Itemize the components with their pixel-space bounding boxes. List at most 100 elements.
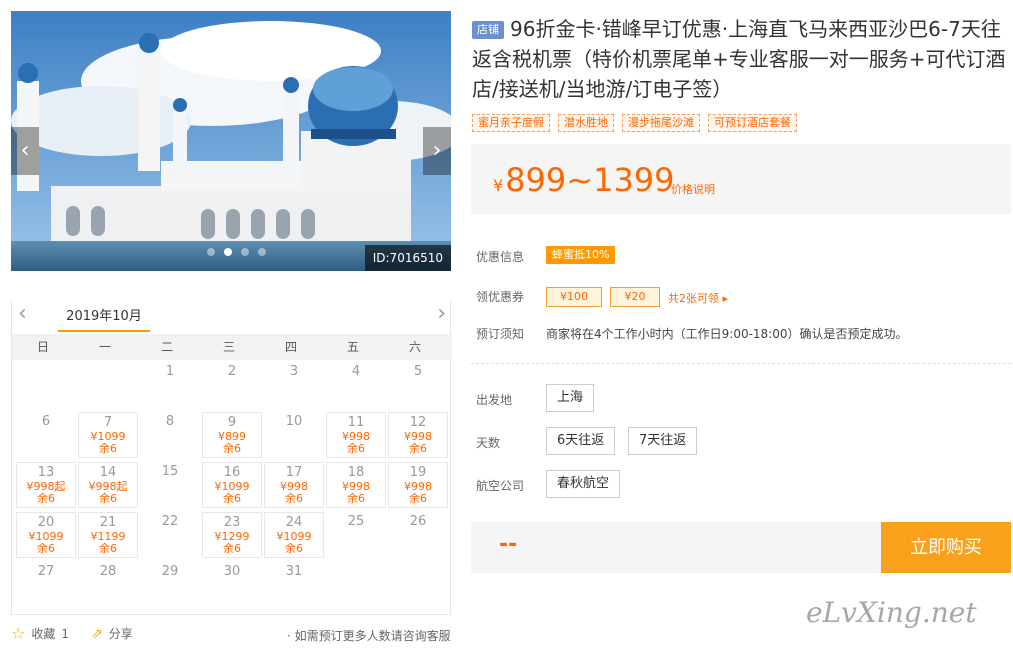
weekday-header: 日一二三四五六 bbox=[12, 334, 452, 360]
calendar-day: 2 bbox=[202, 362, 262, 408]
carousel-dot[interactable] bbox=[224, 248, 232, 256]
shop-badge: 店铺 bbox=[472, 21, 504, 39]
chevron-right-icon: › bbox=[432, 138, 442, 163]
calendar-day: 30 bbox=[202, 562, 262, 608]
share-label[interactable]: 分享 bbox=[109, 625, 133, 642]
share-icon[interactable]: ⇗ bbox=[91, 626, 103, 642]
day-remaining: 余6 bbox=[285, 542, 303, 555]
carousel-dot[interactable] bbox=[207, 248, 215, 256]
day-number: 25 bbox=[347, 514, 365, 529]
calendar-day: 6 bbox=[16, 412, 76, 458]
weekday-label: 六 bbox=[408, 340, 421, 354]
photo-next-button[interactable]: › bbox=[423, 127, 451, 175]
favorite-label[interactable]: 收藏 bbox=[31, 625, 55, 642]
photo-prev-button[interactable]: ‹ bbox=[11, 127, 39, 175]
price-note-link[interactable]: 价格说明 bbox=[671, 181, 715, 197]
calendar-day[interactable]: 9 ¥899 余6 bbox=[202, 412, 262, 458]
day-number: 12 bbox=[409, 415, 427, 430]
days-option-7[interactable]: 7天往返 bbox=[628, 427, 698, 455]
day-remaining: 余6 bbox=[347, 492, 365, 505]
buy-bar: -- 立即购买 bbox=[471, 522, 1011, 573]
day-remaining: 余6 bbox=[99, 492, 117, 505]
day-number: 27 bbox=[37, 564, 55, 579]
calendar-day: 3 bbox=[264, 362, 324, 408]
calendar-day[interactable]: 19 ¥998 余6 bbox=[388, 462, 448, 508]
calendar-day[interactable]: 21 ¥1199 余6 bbox=[78, 512, 138, 558]
weekday-label: 四 bbox=[284, 340, 297, 354]
weekday-label: 二 bbox=[160, 340, 173, 354]
calendar-day[interactable]: 7 ¥1099 余6 bbox=[78, 412, 138, 458]
coupon-100[interactable]: ¥100 bbox=[546, 287, 602, 307]
chevron-left-icon: ‹ bbox=[20, 138, 30, 163]
calendar-day: 26 bbox=[388, 512, 448, 558]
calendar-day[interactable]: 20 ¥1099 余6 bbox=[16, 512, 76, 558]
calendar-day[interactable]: 23 ¥1299 余6 bbox=[202, 512, 262, 558]
coupon-label: 领优惠券 bbox=[476, 290, 525, 304]
day-number: 5 bbox=[413, 364, 423, 379]
calendar-prev-button[interactable]: ‹ bbox=[18, 302, 27, 326]
day-number: 2 bbox=[227, 364, 237, 379]
calendar-day[interactable]: 13 ¥998起 余6 bbox=[16, 462, 76, 508]
product-id-badge: ID:7016510 bbox=[364, 245, 451, 271]
days-label: 天数 bbox=[476, 436, 501, 450]
calendar-day: 31 bbox=[264, 562, 324, 608]
day-remaining: 余6 bbox=[347, 442, 365, 455]
calendar-day: 22 bbox=[140, 512, 200, 558]
feature-tag: 蜜月亲子度假 bbox=[472, 114, 550, 132]
calendar-month-tab[interactable]: 2019年10月 bbox=[58, 305, 150, 332]
day-number: 7 bbox=[103, 415, 113, 430]
day-number: 20 bbox=[37, 515, 55, 530]
carousel-dot[interactable] bbox=[258, 248, 266, 256]
carousel-dot[interactable] bbox=[241, 248, 249, 256]
day-number: 24 bbox=[285, 515, 303, 530]
calendar-day[interactable]: 12 ¥998 余6 bbox=[388, 412, 448, 458]
day-number: 11 bbox=[347, 415, 365, 430]
calendar-next-button[interactable]: › bbox=[437, 302, 446, 326]
discount-label: 优惠信息 bbox=[476, 250, 525, 264]
calendar-day[interactable]: 24 ¥1099 余6 bbox=[264, 512, 324, 558]
calendar-day: 27 bbox=[16, 562, 76, 608]
departure-option[interactable]: 上海 bbox=[546, 384, 595, 412]
day-remaining: 余6 bbox=[409, 492, 427, 505]
calendar-day[interactable]: 11 ¥998 余6 bbox=[326, 412, 386, 458]
day-remaining: 余6 bbox=[99, 442, 117, 455]
airline-label: 航空公司 bbox=[476, 479, 525, 493]
buy-now-button[interactable]: 立即购买 bbox=[881, 522, 1011, 573]
price-value: 899~1399 bbox=[505, 161, 675, 199]
feature-tag: 潜水胜地 bbox=[558, 114, 614, 132]
departure-label: 出发地 bbox=[476, 393, 513, 407]
calendar-day[interactable]: 18 ¥998 余6 bbox=[326, 462, 386, 508]
price-range: ¥899~1399 bbox=[493, 160, 675, 206]
day-number: 9 bbox=[227, 415, 237, 430]
days-option-6[interactable]: 6天往返 bbox=[546, 427, 616, 455]
calendar-day: 5 bbox=[388, 362, 448, 408]
day-number: 22 bbox=[161, 514, 179, 529]
price-calendar: ‹ 2019年10月 › 日一二三四五六 1 2 3 4 5 6 7 ¥1099 余6 8 9 ¥89… bbox=[11, 298, 452, 615]
calendar-day: 1 bbox=[140, 362, 200, 408]
weekday-label: 三 bbox=[222, 340, 235, 354]
mosque-image bbox=[11, 11, 451, 271]
day-number: 15 bbox=[161, 464, 179, 479]
calendar-day[interactable]: 14 ¥998起 余6 bbox=[78, 462, 138, 508]
day-number: 30 bbox=[223, 564, 241, 579]
star-icon[interactable]: ☆ bbox=[11, 624, 25, 643]
calendar-header: ‹ 2019年10月 › bbox=[12, 298, 452, 334]
coupon-20[interactable]: ¥20 bbox=[610, 287, 660, 307]
day-remaining: 余6 bbox=[223, 442, 241, 455]
calendar-day: 10 bbox=[264, 412, 324, 458]
calendar-day: 25 bbox=[326, 512, 386, 558]
coupon-more-link[interactable]: 共2张可领 ▸ bbox=[668, 290, 728, 306]
calendar-day[interactable]: 16 ¥1099 余6 bbox=[202, 462, 262, 508]
weekday-label: 五 bbox=[346, 340, 359, 354]
day-number: 13 bbox=[37, 465, 55, 480]
feature-tags: 蜜月亲子度假 潜水胜地 漫步拖尾沙滩 可预订酒店套餐 bbox=[472, 114, 797, 132]
day-number: 21 bbox=[99, 515, 117, 530]
day-remaining: 余6 bbox=[223, 492, 241, 505]
price-box: ¥899~1399 价格说明 bbox=[471, 144, 1011, 214]
day-number: 26 bbox=[409, 514, 427, 529]
day-number: 10 bbox=[285, 414, 303, 429]
calendar-day: 29 bbox=[140, 562, 200, 608]
site-watermark: eLvXing.net bbox=[806, 596, 977, 629]
calendar-day[interactable]: 17 ¥998 余6 bbox=[264, 462, 324, 508]
airline-option[interactable]: 春秋航空 bbox=[546, 470, 621, 498]
